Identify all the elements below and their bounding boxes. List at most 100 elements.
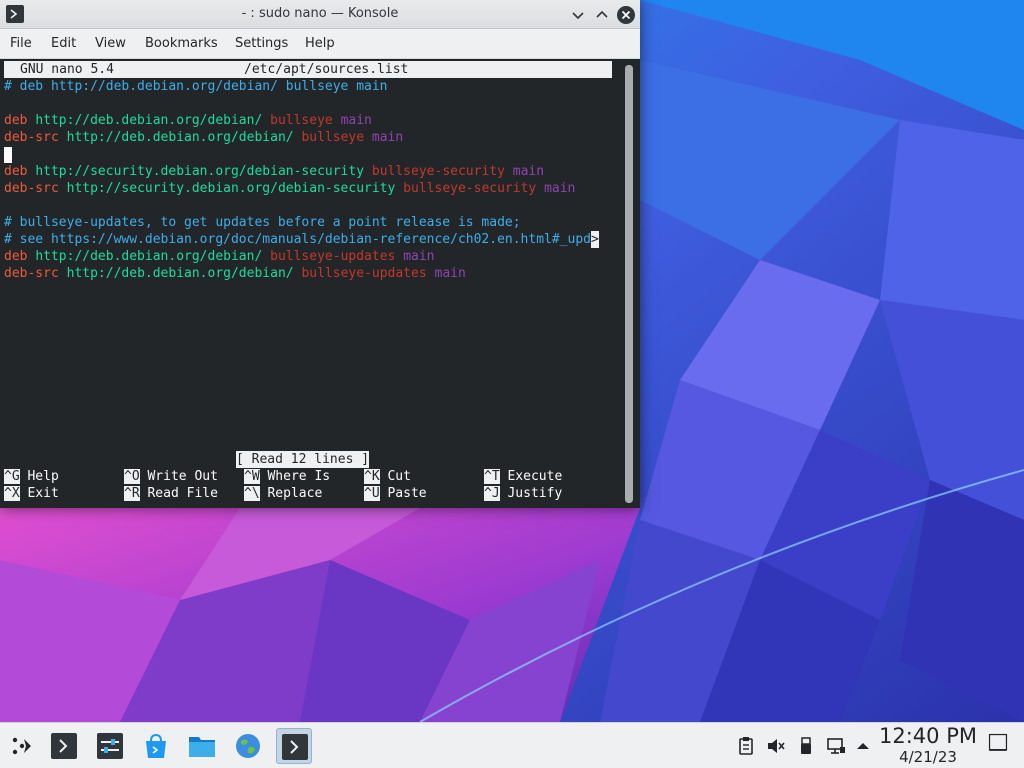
maximize-button[interactable] [592,5,612,25]
source-component: main [512,164,545,179]
scrollbar-thumb[interactable] [625,65,633,503]
clock-date[interactable]: 4/21/23 [870,748,986,766]
shortcut-key: ^K [364,469,380,484]
menu-help[interactable]: Help [305,36,335,51]
file-line: deb-src http://security.debian.org/debia… [4,180,575,197]
close-icon [617,6,635,24]
source-url: http://deb.debian.org/debian/ [66,266,294,281]
shortcut-write-out[interactable]: ^O Write Out [124,468,218,485]
network-wired-icon[interactable] [826,736,846,756]
usb-device-icon[interactable] [796,736,816,756]
source-url: http://deb.debian.org/debian/ [66,130,294,145]
firefox-globe-icon [236,734,260,758]
source-component: main [544,181,576,196]
clock-time[interactable]: 12:40 PM [870,724,986,748]
discover-store-icon [146,733,166,758]
file-line: # see https://www.debian.org/doc/manuals… [4,231,599,248]
nano-version: GNU nano 5.4 [20,62,114,77]
menu-bookmarks[interactable]: Bookmarks [145,36,218,51]
source-url: http://security.debian.org/debian-securi… [66,181,396,196]
shortcut-help[interactable]: ^G Help [4,468,59,485]
terminal-area[interactable]: GNU nano 5.4/etc/apt/sources.list # deb … [0,59,640,508]
source-suite: bullseye-updates [270,249,396,264]
shortcut-read-file[interactable]: ^R Read File [124,485,218,502]
file-line: # bullseye-updates, to get updates befor… [4,214,521,231]
shortcut-key: ^U [364,486,380,501]
source-type: deb-src [4,181,59,196]
application-launcher-icon [12,737,31,755]
shortcut-label: Replace [267,486,323,501]
shortcut-key: ^J [484,486,500,501]
taskbar-system-settings[interactable] [92,728,128,764]
window-title: - : sudo nano — Konsole [241,6,399,21]
source-type: deb-src [4,130,59,145]
taskbar-discover[interactable] [138,728,174,764]
shortcut-paste[interactable]: ^U Paste [364,485,427,502]
file-line: deb-src http://deb.debian.org/debian/ bu… [4,129,403,146]
system-settings-icon [97,733,123,759]
file-line: deb http://deb.debian.org/debian/ bullse… [4,248,435,265]
shortcut-label: Execute [507,469,563,484]
konsole-active-icon [282,734,308,760]
taskbar-konsole-launcher[interactable] [46,728,82,764]
taskbar-konsole-task[interactable] [276,728,312,764]
shortcut-replace[interactable]: ^\ Replace [244,485,322,502]
chevron-down-icon [572,12,584,20]
taskbar-web-browser[interactable] [230,728,266,764]
nano-header-bar: GNU nano 5.4/etc/apt/sources.list [4,61,612,78]
menubar: File Edit View Bookmarks Settings Help [0,29,640,59]
comment-text: # see https://www.debian.org/doc/manuals… [4,232,591,247]
shortcut-label: Where Is [267,469,331,484]
application-launcher-button[interactable] [4,728,40,764]
konsole-icon [51,733,77,759]
shortcut-label: Help [27,469,59,484]
source-url: http://deb.debian.org/debian/ [35,113,263,128]
menu-settings[interactable]: Settings [235,36,288,51]
taskbar-file-manager[interactable] [184,728,220,764]
shortcut-where-is[interactable]: ^W Where Is [244,468,330,485]
file-line: # deb http://deb.debian.org/debian/ bull… [4,78,388,95]
show-desktop-icon[interactable] [988,733,1008,753]
shortcut-key: ^R [124,486,140,501]
nano-status-message: [ Read 12 lines ] [236,451,370,468]
comment-text: # bullseye-updates, to get updates befor… [4,215,521,230]
source-suite: bullseye [270,113,333,128]
menu-edit[interactable]: Edit [51,36,76,51]
shortcut-key: ^T [484,469,500,484]
comment-text: # deb http://deb.debian.org/debian/ bull… [4,79,388,94]
shortcut-label: Paste [387,486,427,501]
shortcut-justify[interactable]: ^J Justify [484,485,562,502]
source-type: deb [4,249,28,264]
terminal-scrollbar[interactable] [625,65,633,503]
source-component: main [403,249,435,264]
konsole-window: - : sudo nano — Konsole File Edit View B… [0,0,640,508]
source-suite: bullseye-security [371,164,505,179]
source-component: main [371,130,404,145]
shortcut-key: ^W [244,469,260,484]
line-overflow-marker: > [591,231,599,248]
shortcut-key: ^\ [244,486,260,501]
shortcut-cut[interactable]: ^K Cut [364,468,411,485]
shortcut-exit[interactable]: ^X Exit [4,485,59,502]
window-titlebar[interactable]: - : sudo nano — Konsole [0,0,640,29]
source-suite: bullseye-updates [301,266,427,281]
source-url: http://deb.debian.org/debian/ [35,249,263,264]
file-line: deb http://deb.debian.org/debian/ bullse… [4,112,372,129]
shortcut-label: Write Out [147,469,218,484]
source-type: deb-src [4,266,59,281]
source-suite: bullseye-security [403,181,537,196]
menu-view[interactable]: View [95,36,126,51]
minimize-button[interactable] [568,5,588,25]
source-type: deb [4,113,28,128]
shortcut-label: Cut [387,469,411,484]
menu-file[interactable]: File [10,36,32,51]
shortcut-label: Read File [147,486,218,501]
clipboard-icon[interactable] [736,736,756,756]
volume-muted-icon[interactable] [766,736,786,756]
chevron-up-icon [596,10,608,18]
shortcut-key: ^G [4,469,20,484]
shortcut-label: Justify [507,486,563,501]
shortcut-execute[interactable]: ^T Execute [484,468,562,485]
close-button[interactable] [616,5,636,25]
shortcut-key: ^O [124,469,140,484]
